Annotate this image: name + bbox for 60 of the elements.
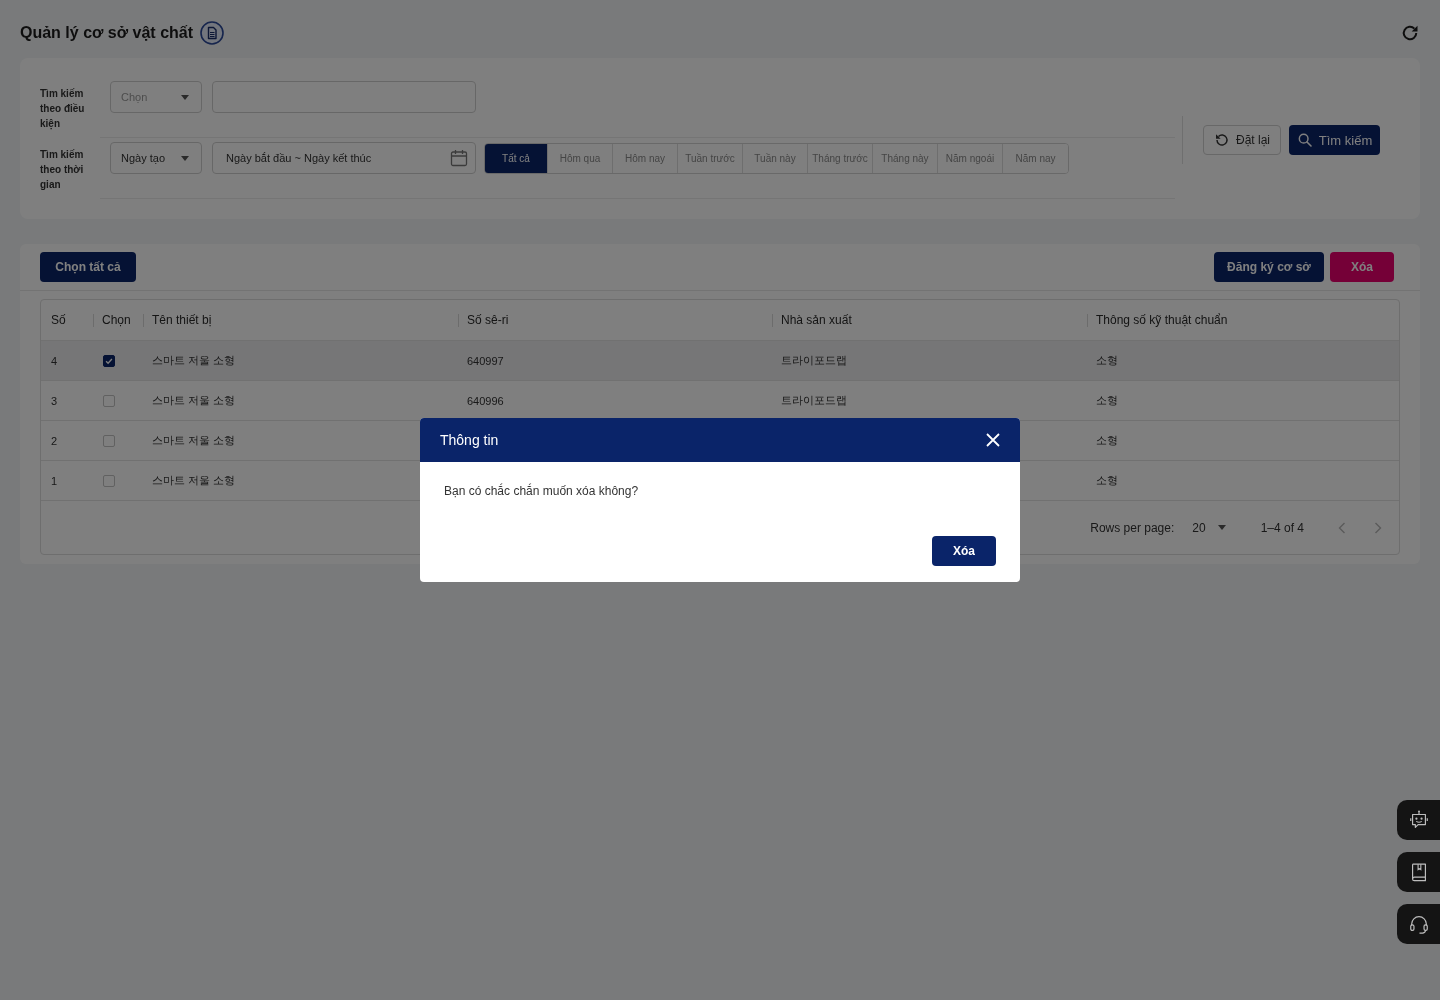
caret-icon [181, 94, 189, 100]
column-header: Chọn [102, 313, 131, 327]
chevron-left-icon [1338, 521, 1346, 534]
manufacturer-name: 트라이포드랩 [781, 354, 847, 366]
filter-label: Tìm kiếm theo thời gian [40, 148, 85, 192]
reset-button[interactable]: Đặt lại [1203, 125, 1281, 155]
document-icon[interactable] [200, 21, 225, 45]
serial-number: 640997 [467, 354, 504, 367]
column-header: Thông số kỹ thuật chuẩn [1096, 313, 1228, 327]
manufacturer-name: 트라이포드랩 [781, 394, 847, 406]
period-tab[interactable]: Tất cả [485, 143, 548, 173]
column-header: Số sê-ri [467, 313, 509, 327]
row-number: 2 [51, 434, 58, 447]
row-number: 3 [51, 394, 58, 407]
rows-per-page-label: Rows per page: [1090, 520, 1175, 535]
reset-icon [1214, 132, 1230, 148]
chatbot-button[interactable] [1397, 800, 1440, 840]
device-name: 스마트 저울 소형 [152, 394, 236, 406]
dialog-title: Thông tin [440, 432, 499, 448]
device-name: 스마트 저울 소형 [152, 474, 236, 486]
confirm-delete-button[interactable]: Xóa [932, 536, 996, 566]
row-number: 4 [51, 354, 58, 367]
support-button[interactable] [1397, 904, 1440, 944]
spec-text: 소형 [1096, 354, 1118, 366]
manual-button[interactable] [1397, 852, 1440, 892]
register-button[interactable]: Đăng ký cơ sở [1214, 252, 1324, 282]
keyword-input-field[interactable] [212, 81, 476, 113]
filter-label: Tìm kiếm theo điều kiện [40, 87, 86, 132]
device-name: 스마트 저울 소형 [152, 354, 236, 366]
table-row[interactable]: 4 스마트 저울 소형 640997 트라이포드랩 소형 [41, 340, 1399, 381]
caret-icon [181, 155, 189, 161]
page-range: 1–4 of 4 [1260, 520, 1304, 535]
refresh-icon [1400, 23, 1420, 43]
column-header: Nhà sản xuất [781, 313, 852, 327]
spec-text: 소형 [1096, 434, 1118, 446]
caret-icon [1217, 525, 1226, 530]
checkbox[interactable] [103, 354, 115, 367]
spec-text: 소형 [1096, 474, 1118, 486]
serial-number: 640996 [467, 394, 504, 407]
robot-icon [1407, 809, 1430, 831]
search-icon [1296, 132, 1313, 148]
dialog-message: Bạn có chắc chắn muốn xóa không? [444, 482, 639, 500]
rows-per-page-select[interactable]: 20 [1192, 520, 1226, 535]
row-number: 1 [51, 474, 58, 487]
close-button[interactable] [985, 432, 1001, 448]
spec-text: 소형 [1096, 394, 1118, 406]
page-title: Quản lý cơ sở vật chất [20, 24, 194, 42]
delete-button[interactable]: Xóa [1330, 252, 1394, 282]
date-type-select[interactable]: Ngày tạo [110, 142, 202, 174]
column-header: Số [51, 313, 66, 327]
refresh-button[interactable] [1400, 23, 1420, 43]
calendar-icon[interactable] [450, 149, 468, 167]
date-range-field[interactable]: Ngày bắt đầu ~ Ngày kết thúc [212, 142, 476, 174]
chevron-right-icon [1374, 521, 1382, 534]
device-name: 스마트 저울 소형 [152, 434, 236, 446]
select-all-button[interactable]: Chọn tất cả [40, 252, 136, 282]
search-button[interactable]: Tìm kiếm [1289, 125, 1380, 155]
close-icon [986, 433, 1000, 447]
headset-icon [1407, 913, 1430, 935]
column-header: Tên thiết bị [152, 313, 212, 327]
